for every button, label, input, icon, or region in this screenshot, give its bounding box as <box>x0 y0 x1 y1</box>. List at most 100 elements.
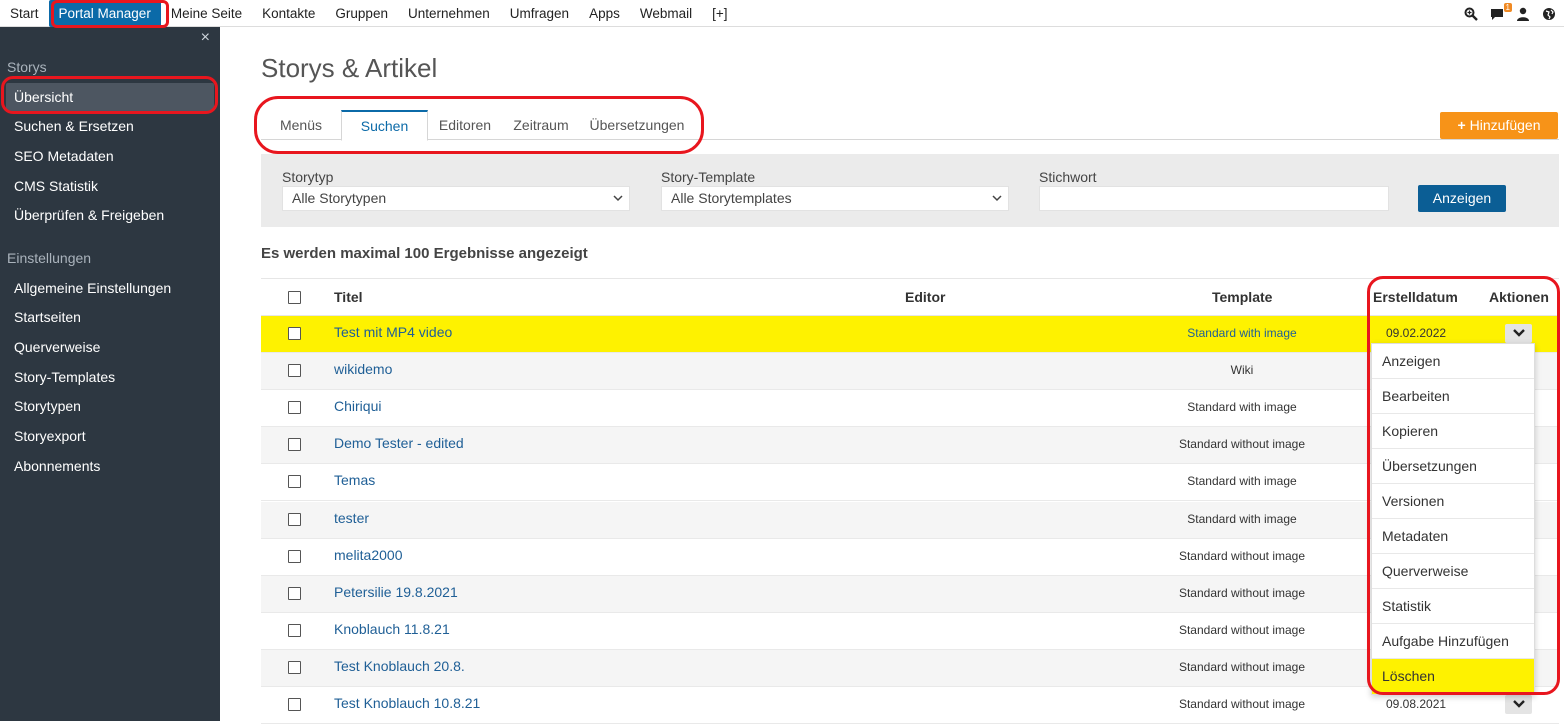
story-title-link[interactable]: Demo Tester - edited <box>334 435 464 451</box>
plus-icon: + <box>1457 117 1466 133</box>
table-header: Titel Editor Template Erstelldatum Aktio… <box>261 278 1559 316</box>
story-title-link[interactable]: Test Knoblauch 10.8.21 <box>334 695 480 711</box>
topnav-more[interactable]: [+] <box>702 0 737 27</box>
story-title-link[interactable]: melita2000 <box>334 547 403 563</box>
row-checkbox[interactable] <box>288 661 301 674</box>
topnav-webmail[interactable]: Webmail <box>630 0 702 27</box>
row-checkbox[interactable] <box>288 364 301 377</box>
sidebar-item-suchen-ersetzen[interactable]: Suchen & Ersetzen <box>0 112 220 140</box>
row-checkbox[interactable] <box>288 550 301 563</box>
template-cell: Standard without image <box>1178 437 1306 451</box>
story-title-link[interactable]: tester <box>334 510 369 526</box>
topnav-unternehmen[interactable]: Unternehmen <box>398 0 500 27</box>
select-all-checkbox[interactable] <box>288 291 301 304</box>
story-title-link[interactable]: Test Knoblauch 20.8. <box>334 658 465 674</box>
zoom-search-icon[interactable] <box>1464 7 1478 21</box>
story-title-link[interactable]: Chiriqui <box>334 398 381 414</box>
sidebar-item-uebersicht[interactable]: Übersicht <box>6 83 214 111</box>
table-row: melita2000 Standard without image <box>261 539 1559 576</box>
menu-item-versionen[interactable]: Versionen <box>1372 484 1534 519</box>
sidebar-item-storytypen[interactable]: Storytypen <box>0 392 220 420</box>
tab-editoren[interactable]: Editoren <box>433 110 497 141</box>
sidebar-item-story-templates[interactable]: Story-Templates <box>0 363 220 391</box>
topnav-kontakte[interactable]: Kontakte <box>252 0 325 27</box>
add-button[interactable]: + Hinzufügen <box>1440 112 1558 139</box>
tab-menues[interactable]: Menüs <box>269 110 333 141</box>
menu-item-anzeigen[interactable]: Anzeigen <box>1372 344 1534 379</box>
topnav-start[interactable]: Start <box>0 0 49 27</box>
date-cell: 09.02.2022 <box>1386 326 1447 340</box>
template-cell: Wiki <box>1230 363 1254 377</box>
globe-icon[interactable] <box>1542 7 1556 21</box>
menu-item-loeschen[interactable]: Löschen <box>1372 659 1534 694</box>
template-select[interactable]: Alle Storytemplates <box>661 186 1009 211</box>
row-checkbox[interactable] <box>288 513 301 526</box>
tab-suchen[interactable]: Suchen <box>341 110 428 141</box>
user-icon[interactable] <box>1516 7 1530 21</box>
chevron-down-icon <box>1512 700 1525 708</box>
row-checkbox[interactable] <box>288 401 301 414</box>
column-editor[interactable]: Editor <box>905 289 945 305</box>
date-cell: 09.08.2021 <box>1386 697 1447 711</box>
topnav-portal-manager[interactable]: Portal Manager <box>48 0 161 27</box>
topnav-meine-seite[interactable]: Meine Seite <box>161 0 252 27</box>
sidebar-close-icon[interactable]: × <box>201 29 210 47</box>
sidebar-item-ueberpruefen-freigeben[interactable]: Überprüfen & Freigeben <box>0 201 220 229</box>
chevron-down-icon <box>992 187 1002 219</box>
template-cell: Standard with image <box>1187 474 1297 488</box>
story-title-link[interactable]: Petersilie 19.8.2021 <box>334 584 458 600</box>
filter-panel: Storytyp Alle Storytypen Story-Template … <box>261 154 1559 227</box>
table-row: Test mit MP4 video Standard with image 0… <box>261 316 1559 353</box>
table-row: Test Knoblauch 20.8. Standard without im… <box>261 650 1559 687</box>
sidebar-item-querverweise[interactable]: Querverweise <box>0 333 220 361</box>
show-button[interactable]: Anzeigen <box>1418 185 1506 212</box>
storytyp-label: Storytyp <box>282 169 334 185</box>
table-row: Petersilie 19.8.2021 Standard without im… <box>261 576 1559 613</box>
topnav-apps[interactable]: Apps <box>579 0 630 27</box>
menu-item-aufgabe-hinzufuegen[interactable]: Aufgabe Hinzufügen <box>1372 624 1534 659</box>
keyword-input[interactable] <box>1039 186 1389 211</box>
sidebar-item-abonnements[interactable]: Abonnements <box>0 452 220 480</box>
menu-item-metadaten[interactable]: Metadaten <box>1372 519 1534 554</box>
topnav-umfragen[interactable]: Umfragen <box>500 0 579 27</box>
row-checkbox[interactable] <box>288 698 301 711</box>
column-template[interactable]: Template <box>1212 289 1272 305</box>
story-title-link[interactable]: Temas <box>334 472 375 488</box>
template-cell: Standard without image <box>1178 697 1306 711</box>
keyword-label: Stichwort <box>1039 169 1097 185</box>
template-cell: Standard with image <box>1187 512 1297 526</box>
row-checkbox[interactable] <box>288 587 301 600</box>
menu-item-querverweise[interactable]: Querverweise <box>1372 554 1534 589</box>
column-actions: Aktionen <box>1489 289 1549 305</box>
top-navigation-bar: Start Portal Manager Meine Seite Kontakt… <box>0 0 1564 27</box>
sidebar-item-seo-metadaten[interactable]: SEO Metadaten <box>0 142 220 170</box>
story-title-link[interactable]: Knoblauch 11.8.21 <box>334 621 450 637</box>
column-created[interactable]: Erstelldatum <box>1373 289 1458 305</box>
menu-item-uebersetzungen[interactable]: Übersetzungen <box>1372 449 1534 484</box>
row-checkbox[interactable] <box>288 624 301 637</box>
row-checkbox[interactable] <box>288 438 301 451</box>
row-actions-button[interactable] <box>1505 324 1532 343</box>
menu-item-bearbeiten[interactable]: Bearbeiten <box>1372 379 1534 414</box>
sidebar-item-startseiten[interactable]: Startseiten <box>0 303 220 331</box>
table-row: Test Knoblauch 10.8.21 Standard without … <box>261 687 1559 724</box>
sidebar: × Storys Übersicht Suchen & Ersetzen SEO… <box>0 27 220 721</box>
topnav-gruppen[interactable]: Gruppen <box>325 0 398 27</box>
story-title-link[interactable]: wikidemo <box>334 361 392 377</box>
template-cell: Standard without image <box>1178 586 1306 600</box>
sidebar-item-storyexport[interactable]: Storyexport <box>0 422 220 450</box>
column-title[interactable]: Titel <box>334 289 363 305</box>
sidebar-item-allgemeine-einstellungen[interactable]: Allgemeine Einstellungen <box>0 274 220 302</box>
sidebar-item-cms-statistik[interactable]: CMS Statistik <box>0 172 220 200</box>
tab-uebersetzungen[interactable]: Übersetzungen <box>585 110 689 141</box>
menu-item-kopieren[interactable]: Kopieren <box>1372 414 1534 449</box>
menu-item-statistik[interactable]: Statistik <box>1372 589 1534 624</box>
tab-zeitraum[interactable]: Zeitraum <box>507 110 575 141</box>
row-checkbox[interactable] <box>288 327 301 340</box>
row-actions-button[interactable] <box>1505 695 1532 714</box>
story-title-link[interactable]: Test mit MP4 video <box>334 324 452 340</box>
storytyp-select[interactable]: Alle Storytypen <box>282 186 630 211</box>
row-checkbox[interactable] <box>288 475 301 488</box>
sidebar-section-storys: Storys <box>7 59 47 75</box>
chat-icon[interactable]: 1 <box>1490 2 1512 21</box>
